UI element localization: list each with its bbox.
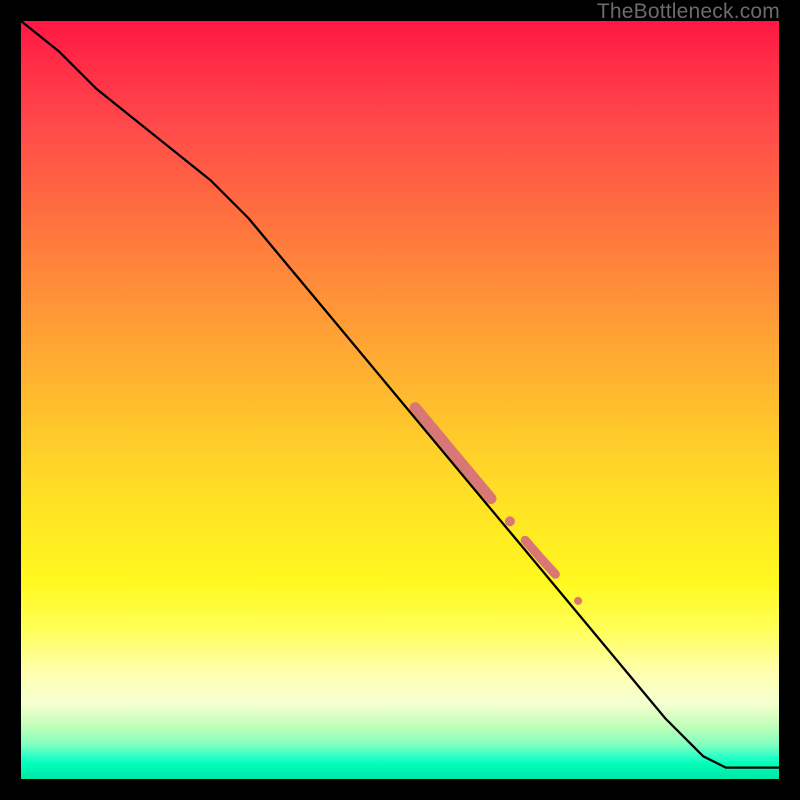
thick-segment-1 bbox=[415, 408, 491, 499]
chart-overlay bbox=[21, 21, 779, 779]
dot-2 bbox=[574, 597, 582, 605]
dot-1 bbox=[505, 516, 515, 526]
highlight-group bbox=[415, 408, 582, 605]
main-curve bbox=[21, 21, 779, 768]
